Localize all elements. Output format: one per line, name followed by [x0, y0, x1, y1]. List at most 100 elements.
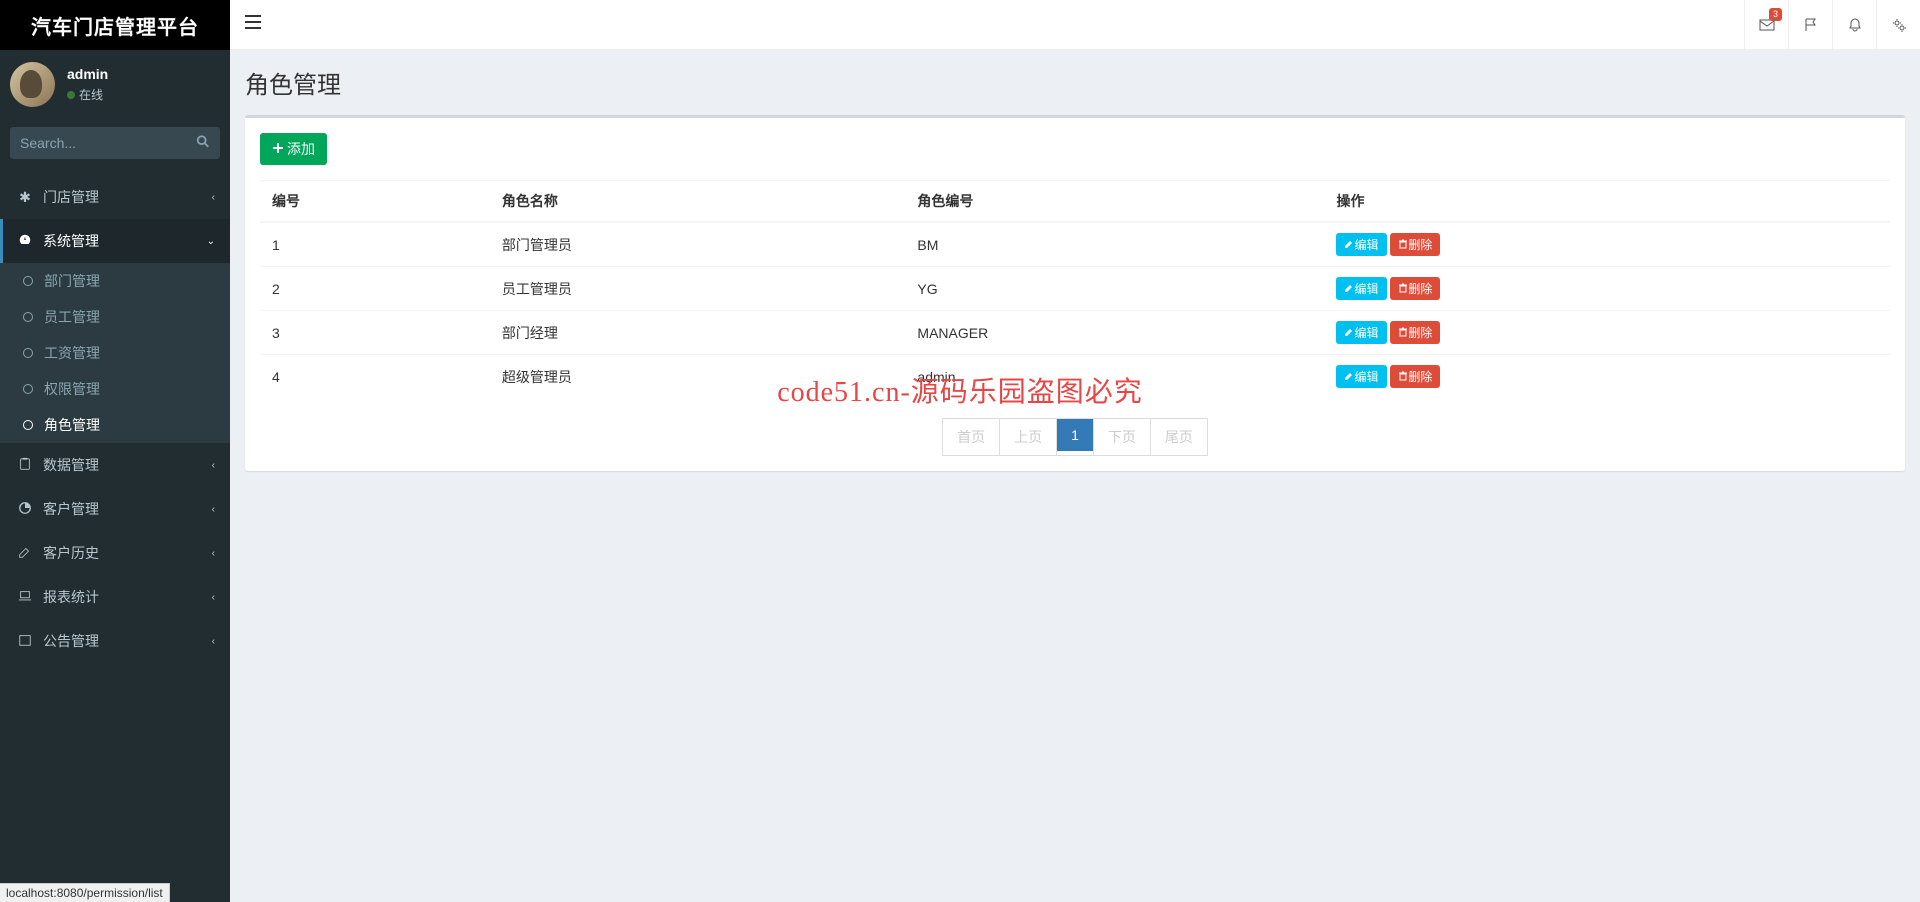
sub-item-employee[interactable]: 员工管理 — [0, 299, 230, 335]
chevron-left-icon: ‹ — [212, 460, 215, 471]
cell-ops: 编辑 删除 — [1324, 267, 1890, 311]
flag-button[interactable] — [1788, 0, 1832, 49]
pencil-icon — [1344, 370, 1354, 384]
edit-button[interactable]: 编辑 — [1336, 233, 1386, 256]
edit-button[interactable]: 编辑 — [1336, 365, 1386, 388]
clipboard-icon — [15, 457, 35, 474]
nav-item-data[interactable]: 数据管理 ‹ — [0, 443, 230, 487]
chevron-down-icon: ⌄ — [207, 236, 215, 247]
th-code: 角色编号 — [905, 181, 1324, 223]
content-header: 角色管理 — [230, 50, 1920, 115]
topbar: 3 — [230, 0, 1920, 50]
role-table: 编号 角色名称 角色编号 操作 1部门管理员BM 编辑 删除2员工管理员YG 编… — [260, 180, 1890, 398]
edit-icon — [15, 545, 35, 562]
sub-item-role[interactable]: 角色管理 — [0, 407, 230, 443]
table-row: 1部门管理员BM 编辑 删除 — [260, 222, 1890, 267]
brand-logo: 汽车门店管理平台 — [0, 0, 230, 50]
mail-button[interactable]: 3 — [1744, 0, 1788, 49]
sub-item-salary[interactable]: 工资管理 — [0, 335, 230, 371]
sub-label: 权限管理 — [44, 379, 100, 399]
nav-submenu-system: 部门管理 员工管理 工资管理 权限管理 角色管理 — [0, 263, 230, 443]
cell-ops: 编辑 删除 — [1324, 355, 1890, 399]
status-bar-url: localhost:8080/permission/list — [0, 883, 170, 902]
gears-icon — [1891, 17, 1907, 33]
cell-code: admin — [905, 355, 1324, 399]
username: admin — [67, 66, 108, 82]
pencil-icon — [1344, 282, 1354, 296]
main: 3 角色管理 添加 编号 角色名称 — [230, 0, 1920, 902]
page-next[interactable]: 下页 — [1094, 418, 1151, 456]
status-dot-icon — [67, 91, 75, 99]
sub-item-permission[interactable]: 权限管理 — [0, 371, 230, 407]
edit-button[interactable]: 编辑 — [1336, 321, 1386, 344]
page-title: 角色管理 — [245, 65, 1905, 100]
circle-icon — [20, 417, 36, 433]
search-box — [10, 127, 220, 159]
box: 添加 编号 角色名称 角色编号 操作 1部门管理员BM 编辑 删除2员工管理员Y… — [245, 115, 1905, 471]
cell-code: BM — [905, 222, 1324, 267]
add-button[interactable]: 添加 — [260, 133, 327, 165]
nav-item-announce[interactable]: 公告管理 ‹ — [0, 619, 230, 663]
bell-button[interactable] — [1832, 0, 1876, 49]
page-link: 尾页 — [1151, 419, 1207, 455]
sub-label: 工资管理 — [44, 343, 100, 363]
edit-button[interactable]: 编辑 — [1336, 277, 1386, 300]
nav-menu: ✱ 门店管理 ‹ 系统管理 ⌄ 部门管理 员工管理 工资管理 权限管理 角色管理… — [0, 175, 230, 663]
search-icon[interactable] — [196, 135, 210, 152]
nav-item-store[interactable]: ✱ 门店管理 ‹ — [0, 175, 230, 219]
cell-id: 4 — [260, 355, 490, 399]
hamburger-icon[interactable] — [245, 16, 261, 33]
bell-icon — [1847, 17, 1863, 33]
table-row: 3部门经理MANAGER 编辑 删除 — [260, 311, 1890, 355]
page-link: 首页 — [943, 419, 999, 455]
circle-icon — [20, 345, 36, 361]
flag-icon — [1803, 17, 1819, 33]
sub-label: 员工管理 — [44, 307, 100, 327]
nav-label: 数据管理 — [43, 455, 212, 475]
nav-item-system[interactable]: 系统管理 ⌄ — [0, 219, 230, 263]
nav-item-history[interactable]: 客户历史 ‹ — [0, 531, 230, 575]
page-first[interactable]: 首页 — [942, 418, 1000, 456]
page-current[interactable]: 1 — [1057, 418, 1094, 456]
circle-icon — [20, 381, 36, 397]
avatar[interactable] — [10, 62, 55, 107]
pie-chart-icon — [15, 501, 35, 518]
cell-ops: 编辑 删除 — [1324, 222, 1890, 267]
delete-button[interactable]: 删除 — [1390, 321, 1440, 344]
cell-name: 超级管理员 — [490, 355, 906, 399]
delete-button[interactable]: 删除 — [1390, 233, 1440, 256]
chevron-left-icon: ‹ — [212, 592, 215, 603]
cell-code: MANAGER — [905, 311, 1324, 355]
search-input[interactable] — [10, 127, 220, 159]
cell-id: 3 — [260, 311, 490, 355]
nav-label: 报表统计 — [43, 587, 212, 607]
page-link: 1 — [1057, 419, 1093, 451]
chevron-left-icon: ‹ — [212, 504, 215, 515]
nav-label: 门店管理 — [43, 187, 212, 207]
plus-icon — [272, 141, 284, 157]
calendar-icon — [15, 633, 35, 650]
delete-button[interactable]: 删除 — [1390, 365, 1440, 388]
circle-icon — [20, 273, 36, 289]
chevron-left-icon: ‹ — [212, 192, 215, 203]
delete-button[interactable]: 删除 — [1390, 277, 1440, 300]
nav-item-report[interactable]: 报表统计 ‹ — [0, 575, 230, 619]
laptop-icon — [15, 589, 35, 606]
chevron-left-icon: ‹ — [212, 636, 215, 647]
chevron-left-icon: ‹ — [212, 548, 215, 559]
nav-label: 公告管理 — [43, 631, 212, 651]
page-prev[interactable]: 上页 — [1000, 418, 1057, 456]
page-last[interactable]: 尾页 — [1151, 418, 1208, 456]
user-panel: admin 在线 — [0, 50, 230, 119]
sub-label: 部门管理 — [44, 271, 100, 291]
gears-button[interactable] — [1876, 0, 1920, 49]
cell-id: 2 — [260, 267, 490, 311]
cell-code: YG — [905, 267, 1324, 311]
table-row: 4超级管理员admin 编辑 删除 — [260, 355, 1890, 399]
th-ops: 操作 — [1324, 181, 1890, 223]
trash-icon — [1398, 370, 1408, 384]
status-text: 在线 — [79, 88, 103, 102]
page-link: 上页 — [1000, 419, 1056, 455]
sub-item-department[interactable]: 部门管理 — [0, 263, 230, 299]
nav-item-customer[interactable]: 客户管理 ‹ — [0, 487, 230, 531]
